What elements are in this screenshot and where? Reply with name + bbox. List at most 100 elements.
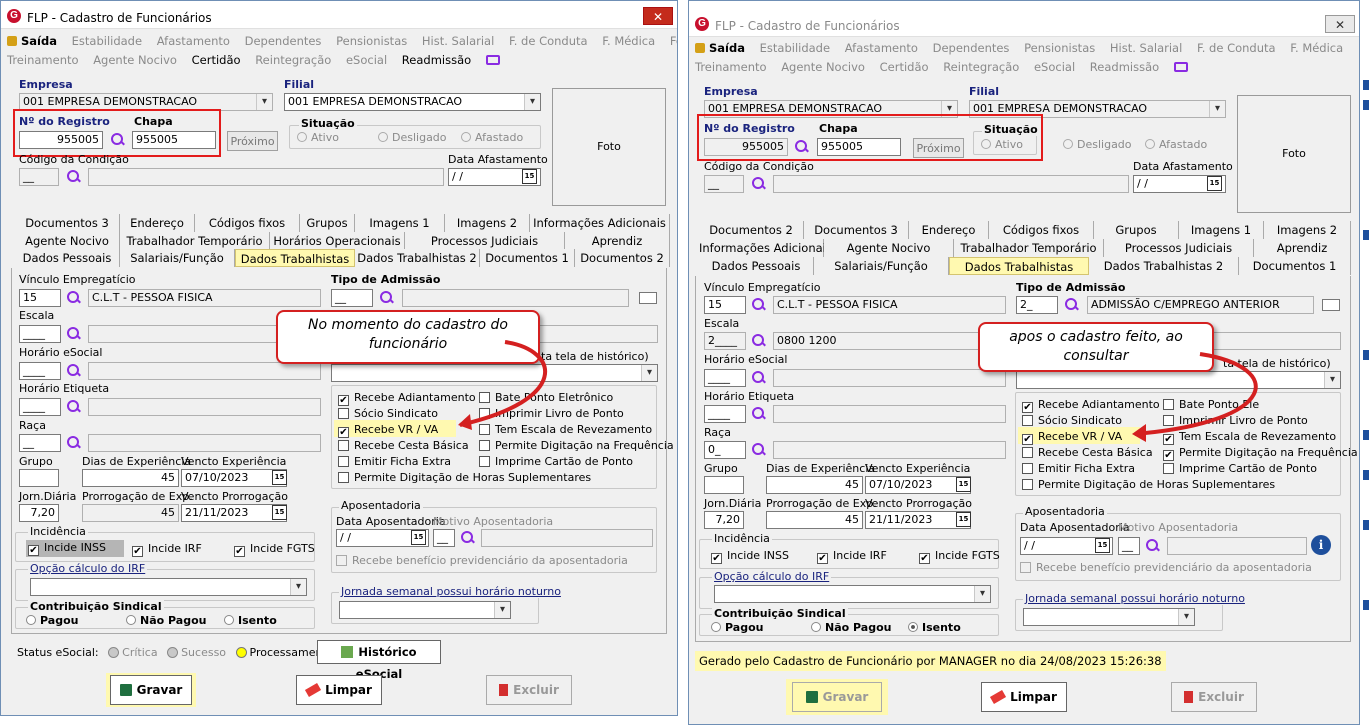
registro-input[interactable]: 955005 xyxy=(19,131,103,149)
menu-item[interactable]: Pensionistas xyxy=(336,34,407,48)
menu-item-readmissao[interactable]: Readmissão xyxy=(402,53,471,67)
menu-item[interactable]: Agente Nocivo xyxy=(93,53,177,67)
tab[interactable]: Salariais/Função xyxy=(814,257,949,275)
search-icon[interactable] xyxy=(65,289,81,307)
tipo-admissao-code-input[interactable]: 2_ xyxy=(1016,296,1058,314)
checkbox-cesta-basica[interactable]: Recebe Cesta Básica xyxy=(338,439,469,452)
tab[interactable]: Aprendiz xyxy=(1254,239,1351,257)
grupo-input[interactable] xyxy=(19,469,59,487)
radio-isento[interactable]: Isento xyxy=(908,621,961,634)
search-icon[interactable] xyxy=(1144,537,1160,555)
tab[interactable]: Informações Adicionais xyxy=(530,214,670,232)
tab[interactable]: Imagens 1 xyxy=(1179,221,1264,239)
vinculo-code-input[interactable]: 15 xyxy=(19,289,61,307)
radio-afastado[interactable]: Afastado xyxy=(1145,138,1207,151)
tab[interactable]: Salariais/Função xyxy=(120,249,235,267)
tab[interactable]: Grupos xyxy=(1094,221,1179,239)
search-icon[interactable] xyxy=(750,369,766,387)
tab[interactable]: Endereço xyxy=(909,221,989,239)
chapa-input[interactable]: 955005 xyxy=(132,131,216,149)
close-button[interactable]: ✕ xyxy=(1325,15,1355,33)
tab[interactable]: Dados Trabalhistas 2 xyxy=(1089,257,1239,275)
info-icon[interactable]: i xyxy=(1311,535,1331,555)
checkbox-incide-fgts[interactable]: ✔ Incide FGTS xyxy=(234,542,315,557)
checkbox-socio-sindicato[interactable]: Sócio Sindicato xyxy=(1022,414,1122,427)
historico-esocial-button[interactable]: Histórico eSocial xyxy=(317,640,441,681)
radio-desligado[interactable]: Desligado xyxy=(1063,138,1132,151)
menu-item[interactable]: Estabilidade xyxy=(72,34,142,48)
search-icon[interactable] xyxy=(378,289,394,307)
photo-box[interactable]: Foto xyxy=(552,88,666,206)
search-icon[interactable] xyxy=(750,332,766,350)
menu-item-certidao[interactable]: Certidão xyxy=(192,53,241,67)
tab[interactable]: Endereço xyxy=(120,214,195,232)
tab[interactable]: Documentos 2 xyxy=(699,221,804,239)
radio-nao-pagou[interactable]: Não Pagou xyxy=(126,614,206,627)
tab[interactable]: Imagens 1 xyxy=(355,214,445,232)
radio-isento[interactable]: Isento xyxy=(224,614,277,627)
calendar-icon[interactable]: 15 xyxy=(1095,538,1110,553)
tab[interactable]: Códigos fixos xyxy=(989,221,1094,239)
calendar-icon[interactable]: 15 xyxy=(272,470,287,485)
radio-pagou[interactable]: Pagou xyxy=(26,614,78,627)
gravar-button[interactable]: Gravar xyxy=(110,675,192,705)
motivo-code-input[interactable]: __ xyxy=(1118,537,1140,555)
menu-item[interactable]: Treinamento xyxy=(695,60,767,74)
tab[interactable]: Informações Adicionais xyxy=(699,239,832,257)
checkbox-horas-suplementares[interactable]: Permite Digitação de Horas Suplementares xyxy=(1022,478,1275,491)
search-icon[interactable] xyxy=(750,296,766,314)
search-icon[interactable] xyxy=(1063,296,1079,314)
raca-input[interactable]: 0_ xyxy=(704,441,746,459)
menu-item[interactable]: Férias xyxy=(1358,41,1359,55)
monitor-icon[interactable] xyxy=(1173,62,1188,72)
limpar-button[interactable]: Limpar xyxy=(981,682,1067,712)
menu-item-certidao[interactable]: Certidão xyxy=(880,60,929,74)
tab[interactable]: Agente Nocivo xyxy=(15,232,120,250)
menu-item[interactable]: F. de Conduta xyxy=(509,34,588,48)
horario-etiqueta-input[interactable]: ____ xyxy=(704,405,746,423)
tab[interactable]: Dados Trabalhistas 2 xyxy=(355,249,480,267)
menu-exit[interactable]: Saída xyxy=(7,34,57,48)
menu-item[interactable]: Estabilidade xyxy=(760,41,830,55)
checkbox-cartao-ponto[interactable]: Imprime Cartão de Ponto xyxy=(1163,462,1317,475)
jorn-diaria-input[interactable]: 7,20 xyxy=(704,511,744,529)
calendar-icon[interactable]: 15 xyxy=(522,169,537,184)
registro-input[interactable]: 955005 xyxy=(704,138,788,156)
excluir-button[interactable]: Excluir xyxy=(486,675,572,705)
horario-esocial-input[interactable]: ____ xyxy=(19,362,61,380)
menu-item[interactable]: Pensionistas xyxy=(1024,41,1095,55)
search-icon[interactable] xyxy=(750,441,766,459)
horario-esocial-input[interactable]: ____ xyxy=(704,369,746,387)
calendar-icon[interactable]: 15 xyxy=(956,477,971,492)
checkbox-incide-irf[interactable]: ✔ Incide IRF xyxy=(817,549,887,564)
checkbox-ficha-extra[interactable]: Emitir Ficha Extra xyxy=(1022,462,1135,475)
checkbox-beneficio[interactable]: Recebe benefício previdenciário da apose… xyxy=(336,554,628,567)
tipo-admissao-code-input[interactable]: __ xyxy=(331,289,373,307)
tab[interactable]: Documentos 1 xyxy=(1239,257,1351,275)
checkbox-ficha-extra[interactable]: Emitir Ficha Extra xyxy=(338,455,451,468)
search-icon[interactable] xyxy=(459,529,475,547)
checkbox-horas-suplementares[interactable]: Permite Digitação de Horas Suplementares xyxy=(338,471,591,484)
card-icon[interactable] xyxy=(1322,299,1340,311)
menu-item[interactable]: F. Médica xyxy=(602,34,655,48)
jornada-select[interactable] xyxy=(1023,608,1195,626)
photo-box[interactable]: Foto xyxy=(1237,95,1351,213)
tab[interactable]: Dados Pessoais xyxy=(699,257,814,275)
proximo-button[interactable]: Próximo xyxy=(913,138,964,158)
menu-item[interactable]: Dependentes xyxy=(245,34,322,48)
checkbox-digitacao-frequencia[interactable]: Permite Digitação na Frequência xyxy=(479,439,674,452)
opcao-irf-select[interactable] xyxy=(30,578,307,596)
tab[interactable]: Processos Judiciais xyxy=(405,232,565,250)
horario-etiqueta-input[interactable]: ____ xyxy=(19,398,61,416)
menu-item[interactable]: Agente Nocivo xyxy=(781,60,865,74)
dias-experiencia-input[interactable]: 45 xyxy=(82,469,179,487)
monitor-icon[interactable] xyxy=(485,55,500,65)
menu-item[interactable]: eSocial xyxy=(346,53,387,67)
raca-input[interactable]: __ xyxy=(19,434,61,452)
tab[interactable]: Documentos 2 xyxy=(575,249,670,267)
tab[interactable]: Imagens 2 xyxy=(445,214,530,232)
calendar-icon[interactable]: 15 xyxy=(272,505,287,520)
search-icon[interactable] xyxy=(65,398,81,416)
search-icon[interactable] xyxy=(750,175,766,193)
proximo-button[interactable]: Próximo xyxy=(227,131,278,151)
